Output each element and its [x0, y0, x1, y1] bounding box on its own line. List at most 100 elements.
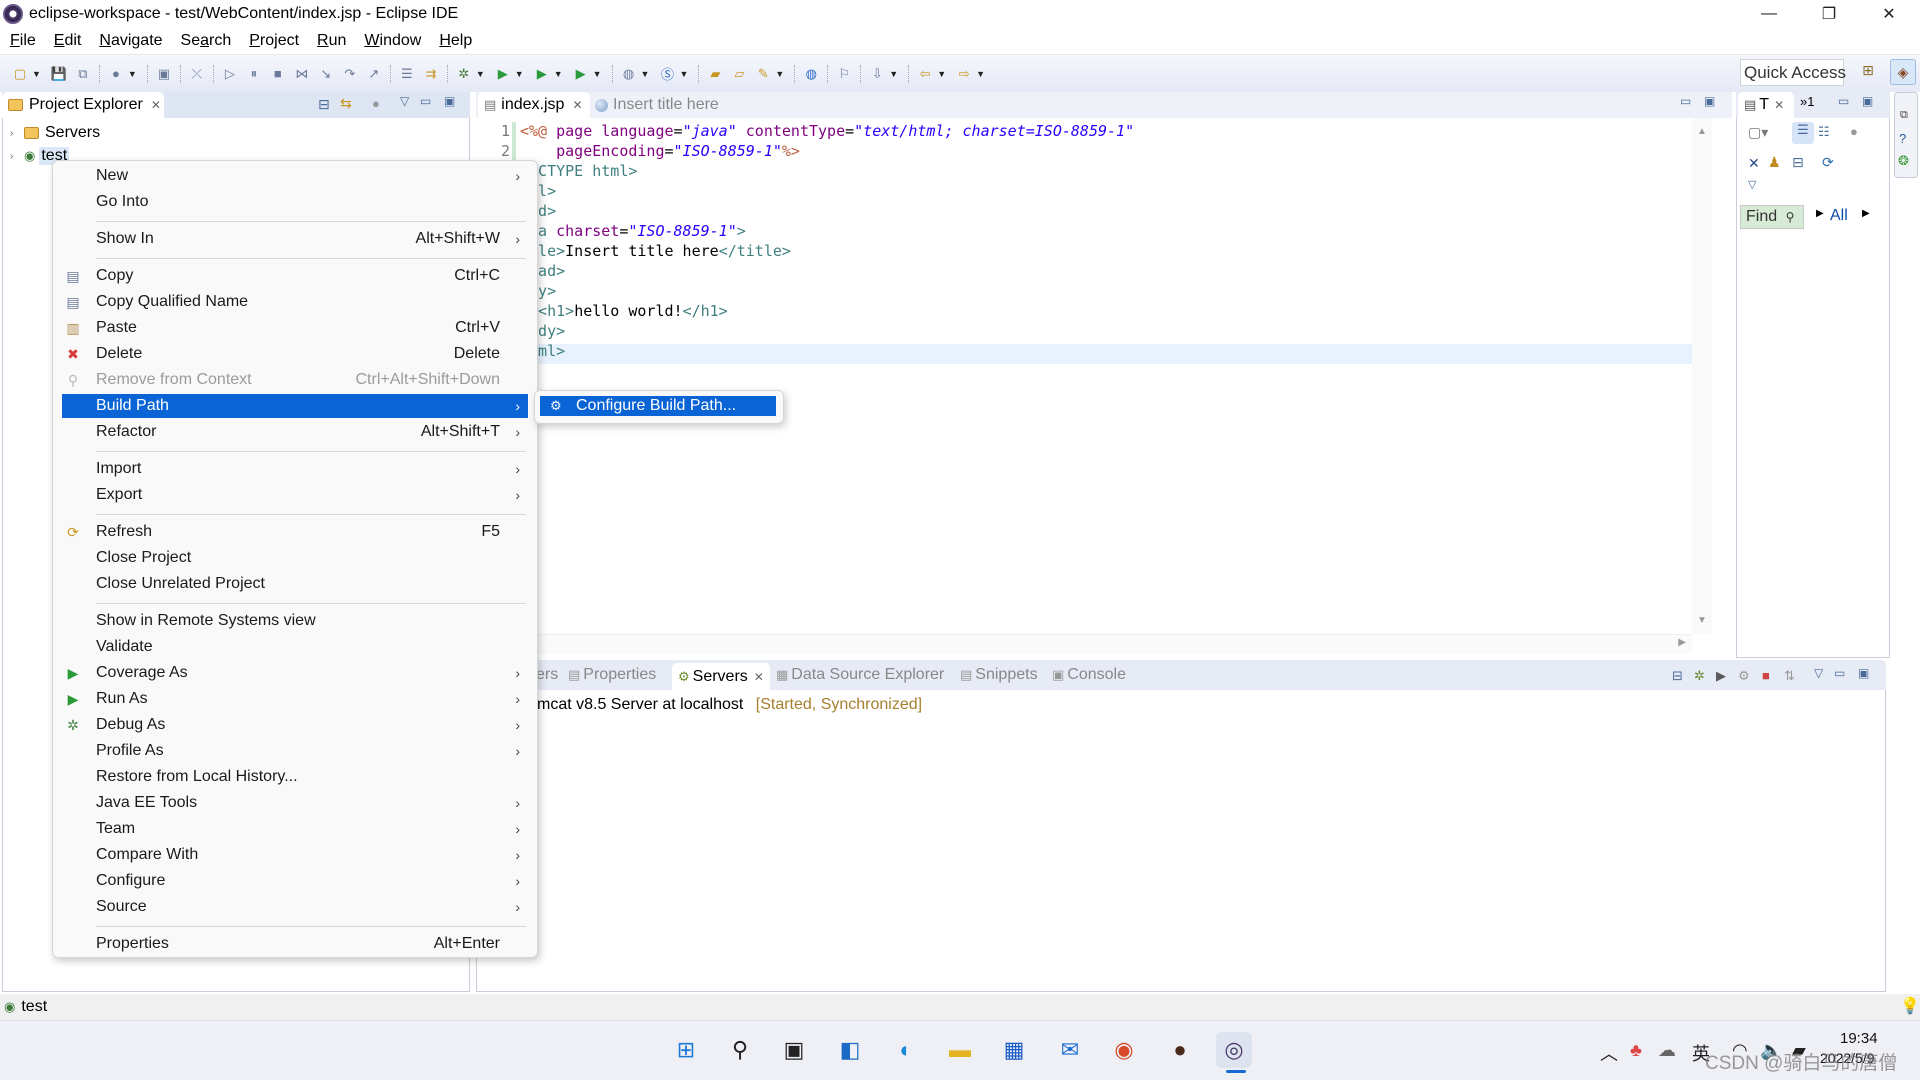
menu-edit[interactable]: Edit [54, 32, 82, 50]
help-icon[interactable]: ? [1899, 131, 1906, 146]
tab-project-explorer[interactable]: Project Explorer ✕ [2, 92, 164, 118]
maximize-view-icon[interactable]: ▣ [1862, 94, 1873, 108]
scroll-up-icon[interactable]: ▲ [1697, 126, 1707, 137]
dropdown-arrow-icon[interactable]: ▼ [937, 69, 946, 79]
menu-item-refresh[interactable]: ⟳ Refresh F5 [62, 520, 528, 544]
toggle-mark-icon[interactable]: ☰ [398, 65, 416, 83]
menu-item-properties[interactable]: Properties Alt+Enter [62, 932, 528, 956]
code-editor[interactable] [476, 118, 1704, 634]
terminal-icon[interactable]: ● [107, 65, 125, 83]
resume-icon[interactable]: ▷ [221, 65, 239, 83]
menu-item-new[interactable]: New › [62, 164, 528, 188]
dropdown-arrow-icon[interactable]: ▼ [679, 69, 688, 79]
terminate-icon[interactable]: ■ [269, 65, 287, 83]
expand-arrow-icon[interactable]: › [10, 151, 24, 162]
maximize-editor-icon[interactable]: ▣ [1704, 94, 1715, 108]
tab-properties[interactable]: ▤ Properties [568, 666, 656, 684]
eclipse-icon[interactable]: ◎ [1216, 1032, 1252, 1068]
edge-icon[interactable]: ◐ [888, 1032, 924, 1068]
tab-insert-title-here[interactable]: Insert title here [595, 92, 719, 118]
debug-icon[interactable]: ✲ [455, 65, 473, 83]
open-perspective-icon[interactable]: ⚐ [835, 65, 853, 83]
menu-item-configure[interactable]: Configure › [62, 869, 528, 893]
overflow-tabs[interactable]: »1 [1800, 94, 1814, 109]
run-icon[interactable]: ▶ [494, 65, 512, 83]
debug-server-icon[interactable]: ✲ [1694, 668, 1705, 684]
dropdown-arrow-icon[interactable]: ▼ [128, 69, 137, 79]
step-into-icon[interactable]: ↘ [317, 65, 335, 83]
start-icon[interactable]: ⊞ [668, 1032, 704, 1068]
menu-item-compare-with[interactable]: Compare With › [62, 843, 528, 867]
skip-breakpoints-icon[interactable]: ⤫ [188, 65, 206, 83]
widgets-icon[interactable]: ◧ [832, 1032, 868, 1068]
maximize-view-icon[interactable]: ▣ [444, 94, 455, 108]
open-task-icon[interactable]: ▱ [730, 65, 748, 83]
search-icon[interactable]: ✎ [754, 65, 772, 83]
menu-item-close-project[interactable]: Close Project [62, 546, 528, 570]
menu-item-coverage-as[interactable]: ▶ Coverage As › [62, 661, 528, 685]
qq-icon[interactable]: ♣ [1630, 1040, 1642, 1061]
synchronize-icon[interactable]: ⟳ [1822, 154, 1834, 171]
scroll-right-icon[interactable]: ▶ [1678, 637, 1686, 648]
new-web-service-icon[interactable]: ◍ [620, 65, 638, 83]
collapse-all-icon[interactable]: ⊟ [1672, 668, 1683, 684]
task-view-icon[interactable]: ▣ [776, 1032, 812, 1068]
dropdown-arrow-icon[interactable]: ▼ [889, 69, 898, 79]
tab-data-source-explorer[interactable]: ▦ Data Source Explorer [776, 666, 944, 684]
tab-servers[interactable]: ⚙ Servers ✕ [672, 663, 770, 690]
run-external-tools-icon[interactable]: ▶ [572, 65, 590, 83]
close-icon[interactable]: ✕ [754, 670, 764, 684]
tab-task-list[interactable]: ▤ T ✕ [1738, 92, 1794, 118]
mail-icon[interactable]: ✉ [1052, 1032, 1088, 1068]
menu-item-show-in[interactable]: Show In Alt+Shift+W › [62, 227, 528, 251]
close-icon[interactable]: ✕ [1774, 98, 1784, 112]
menu-item-debug-as[interactable]: ✲ Debug As › [62, 713, 528, 737]
close-icon[interactable]: ✕ [151, 98, 161, 112]
chrome-icon[interactable]: ◉ [1106, 1032, 1142, 1068]
minimize-editor-icon[interactable]: ▭ [1680, 94, 1691, 108]
tree-item-servers[interactable]: › Servers [10, 122, 100, 144]
menu-item-paste[interactable]: ▥ Paste Ctrl+V [62, 316, 528, 340]
disconnect-icon[interactable]: ⋈ [293, 65, 311, 83]
palette-icon[interactable]: ❂ [1898, 153, 1909, 169]
collapse-all-icon[interactable]: ⊟ [1792, 154, 1804, 171]
app-icon[interactable]: ● [1162, 1032, 1198, 1068]
clock-time[interactable]: 19:34 [1840, 1030, 1878, 1047]
filter-icon[interactable]: ● [372, 96, 380, 111]
menu-item-restore-from-local-history[interactable]: Restore from Local History... [62, 765, 528, 789]
menu-item-export[interactable]: Export › [62, 483, 528, 507]
hide-completed-icon[interactable]: ✕ [1748, 155, 1760, 172]
menu-search[interactable]: Search [181, 32, 232, 50]
tab-console[interactable]: ▣ Console [1052, 666, 1126, 684]
start-server-icon[interactable]: ▶ [1716, 668, 1726, 684]
step-over-icon[interactable]: ↷ [341, 65, 359, 83]
menu-item-java-ee-tools[interactable]: Java EE Tools › [62, 791, 528, 815]
dropdown-arrow-icon[interactable]: ▼ [775, 69, 784, 79]
open-type-icon[interactable]: ▰ [706, 65, 724, 83]
collapse-icon[interactable]: ● [1850, 124, 1858, 139]
task-icon[interactable]: ▣ [155, 65, 173, 83]
find-field[interactable]: Find ⚲ [1740, 205, 1804, 229]
menu-item-close-unrelated-project[interactable]: Close Unrelated Project [62, 572, 528, 596]
menu-item-delete[interactable]: ✖ Delete Delete [62, 342, 528, 366]
use-step-filters-icon[interactable]: ⇉ [422, 65, 440, 83]
menu-item-profile-as[interactable]: Profile As › [62, 739, 528, 763]
menu-item-copy-qualified-name[interactable]: ▤ Copy Qualified Name [62, 290, 528, 314]
file-explorer-icon[interactable]: ▬ [942, 1032, 978, 1068]
save-icon[interactable]: 💾 [50, 65, 68, 83]
dropdown-arrow-icon[interactable]: ▼ [641, 69, 650, 79]
collapse-all-icon[interactable]: ⊟ [318, 96, 330, 113]
onedrive-icon[interactable]: ☁ [1658, 1040, 1676, 1061]
dropdown-arrow-icon[interactable]: ▼ [32, 69, 41, 79]
tab-index-jsp[interactable]: ▤ index.jsp ✕ [478, 92, 590, 118]
server-row[interactable]: mcat v8.5 Server at localhost [Started, … [537, 696, 922, 714]
menu-item-run-as[interactable]: ▶ Run As › [62, 687, 528, 711]
close-button[interactable]: ✕ [1860, 0, 1918, 28]
menu-file[interactable]: File [10, 32, 36, 50]
save-all-icon[interactable]: ⧉ [74, 65, 92, 83]
menu-item-refactor[interactable]: Refactor Alt+Shift+T › [62, 420, 528, 444]
menu-item-go-into[interactable]: Go Into [62, 190, 528, 214]
step-return-icon[interactable]: ↗ [365, 65, 383, 83]
menu-item-copy[interactable]: ▤ Copy Ctrl+C [62, 264, 528, 288]
restore-icon[interactable]: ⧉ [1900, 109, 1908, 122]
